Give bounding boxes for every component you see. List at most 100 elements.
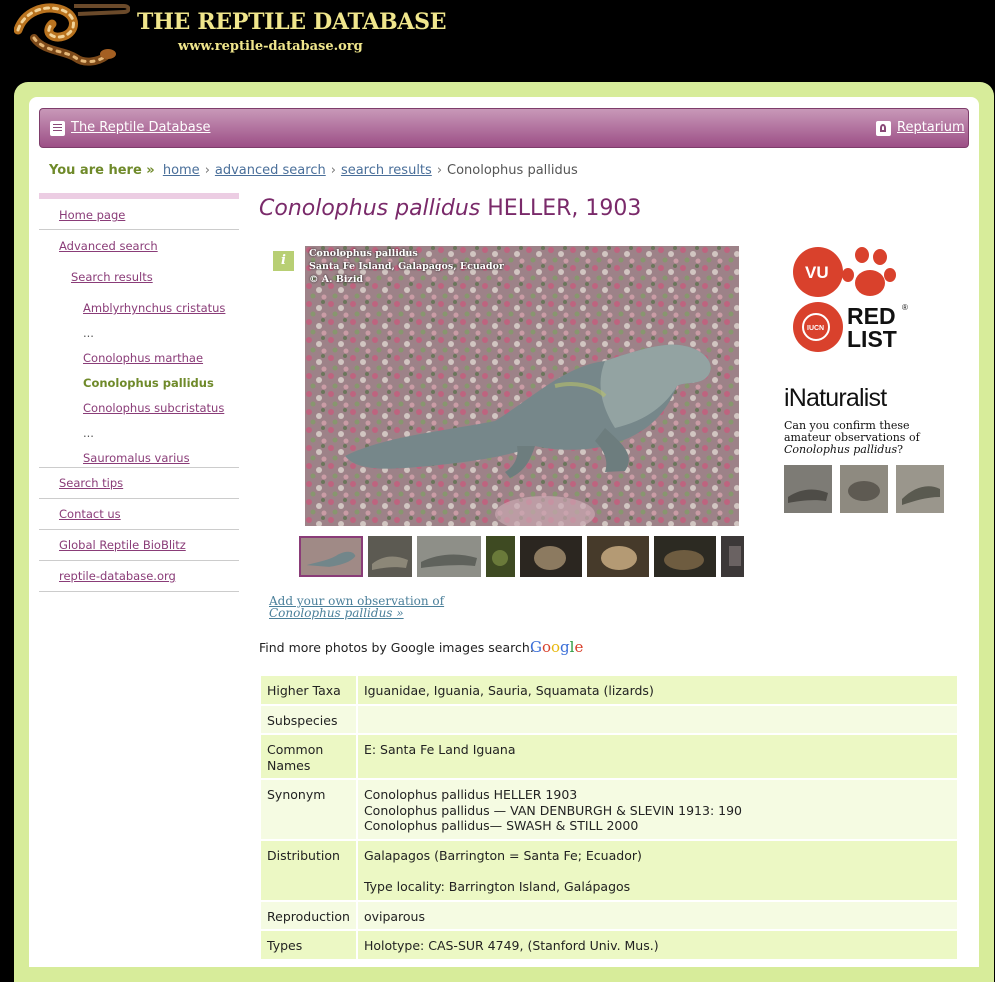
photo-thumbnail[interactable] [587, 536, 649, 577]
breadcrumb-separator: › [330, 163, 336, 178]
photo-thumbnail[interactable] [368, 536, 412, 577]
row-value-distribution: Galapagos (Barrington = Santa Fe; Ecuado… [357, 840, 957, 900]
photo-thumbnail[interactable] [486, 536, 515, 577]
sidebar-item-search-results[interactable]: Search results [71, 270, 153, 284]
sidebar-item-sauromalus-varius[interactable]: Sauromalus varius [83, 451, 190, 465]
row-label-common-names-line: Common [267, 742, 324, 757]
species-author: HELLER, 1903 [487, 196, 642, 221]
sidebar-ellipsis: ... [83, 426, 94, 440]
photo-caption-credit: © A. Bizid [309, 274, 364, 285]
table-row: Reproduction oviparous [261, 901, 957, 929]
redlist-status: VU [805, 263, 829, 282]
row-label-synonym: Synonym [261, 780, 356, 839]
synonym-entry: Conolophus pallidus — VAN DENBURGH & SLE… [363, 802, 743, 818]
row-value-reproduction: oviparous [357, 901, 957, 929]
synonym-entry: Conolophus pallidus— SWASH & STILL 2000 [363, 818, 639, 833]
page-title: Conolophus pallidus HELLER, 1903 [259, 196, 641, 221]
breadcrumb-home[interactable]: home [163, 163, 200, 178]
divider [39, 229, 239, 230]
iucn-label: IUCN [807, 325, 824, 332]
row-value-subspecies [357, 705, 957, 733]
sidebar: Home page Advanced search Search results… [39, 193, 239, 592]
sidebar-item-advanced-search[interactable]: Advanced search [59, 239, 158, 253]
nav-home-link[interactable]: The Reptile Database [71, 120, 211, 135]
sidebar-item-home-page[interactable]: Home page [59, 208, 125, 222]
photo-caption-location: Santa Fe Island, Galapagos, Ecuador [309, 261, 504, 272]
reptarium-icon[interactable] [876, 121, 891, 136]
row-label-subspecies: Subspecies [261, 705, 356, 733]
table-row: Distribution Galapagos (Barrington = San… [261, 840, 957, 900]
breadcrumb-search-results[interactable]: search results [341, 163, 432, 178]
nav-reptarium-link[interactable]: Reptarium [897, 120, 965, 135]
photo-thumbnail[interactable] [299, 536, 363, 577]
row-label-reproduction: Reproduction [261, 901, 356, 929]
sidebar-item-search-tips[interactable]: Search tips [59, 476, 123, 490]
breadcrumb-current: Conolophus pallidus [447, 163, 578, 178]
add-observation-species: Conolophus pallidus [269, 606, 393, 620]
divider [39, 467, 239, 468]
synonym-entry: Conolophus pallidus HELLER 1903 [363, 787, 578, 802]
sidebar-top-bar [39, 193, 239, 199]
sidebar-item-reptile-database-org[interactable]: reptile-database.org [59, 569, 176, 583]
redlist-label-list: LIST [847, 326, 897, 352]
table-row: Subspecies [261, 705, 957, 733]
add-observation-arrow: » [392, 606, 404, 620]
divider [39, 560, 239, 561]
photo-thumbnail[interactable] [654, 536, 716, 577]
row-label-higher-taxa: Higher Taxa [261, 676, 356, 704]
list-icon[interactable] [50, 121, 65, 136]
registered-mark: ® [902, 303, 908, 312]
species-data-table: Higher Taxa Iguanidae, Iguania, Sauria, … [259, 674, 959, 961]
photo-thumbnail[interactable] [417, 536, 481, 577]
breadcrumb-advanced-search[interactable]: advanced search [215, 163, 326, 178]
info-icon[interactable]: i [273, 251, 294, 271]
row-label-common-names: Common Names [261, 735, 356, 778]
add-observation-link[interactable]: Add your own observation of Conolophus pa… [269, 595, 444, 619]
top-nav-bar: The Reptile Database Reptarium [39, 108, 969, 148]
sidebar-item-global-reptile-bioblitz[interactable]: Global Reptile BioBlitz [59, 538, 186, 552]
photo-caption-species: Conolophus pallidus [309, 248, 418, 259]
type-locality-text: Type locality: Barrington Island, Galápa… [363, 879, 631, 894]
inaturalist-logo[interactable]: iNaturalist [784, 384, 887, 413]
table-row: Types Holotype: CAS-SUR 4749, (Stanford … [261, 931, 957, 959]
row-label-distribution: Distribution [261, 840, 356, 900]
site-url[interactable]: www.reptile-database.org [178, 39, 363, 54]
divider [39, 529, 239, 530]
sidebar-item-conolophus-marthae[interactable]: Conolophus marthae [83, 351, 203, 365]
table-row: Synonym Conolophus pallidus HELLER 1903 C… [261, 780, 957, 839]
inaturalist-question-mark: ? [897, 443, 904, 456]
google-logo[interactable]: Google [530, 638, 583, 656]
breadcrumb-here-label: You are here » [49, 163, 155, 178]
sidebar-item-conolophus-pallidus: Conolophus pallidus [83, 376, 214, 390]
site-header: THE REPTILE DATABASE www.reptile-databas… [0, 0, 995, 82]
iucn-red-list-badge[interactable]: VU IUCN RED LIST ® [790, 245, 915, 355]
divider [39, 498, 239, 499]
inaturalist-observation-thumbnail[interactable] [784, 465, 832, 513]
inaturalist-observation-thumbnail[interactable] [896, 465, 944, 513]
table-row: Higher Taxa Iguanidae, Iguania, Sauria, … [261, 676, 957, 704]
row-value-common-names: E: Santa Fe Land Iguana [357, 735, 957, 778]
google-search-text: Find more photos by Google images search… [259, 640, 534, 655]
sidebar-item-conolophus-subcristatus[interactable]: Conolophus subcristatus [83, 401, 224, 415]
species-photo[interactable] [305, 246, 739, 526]
inaturalist-prompt: Can you confirm these amateur observatio… [784, 420, 934, 456]
breadcrumb-separator: › [204, 163, 210, 178]
row-value-higher-taxa: Iguanidae, Iguania, Sauria, Squamata (li… [357, 676, 957, 704]
photo-thumbnail[interactable] [721, 536, 744, 577]
species-name: Conolophus pallidus [259, 196, 481, 221]
site-title[interactable]: THE REPTILE DATABASE [137, 9, 447, 35]
photo-thumbnail[interactable] [520, 536, 582, 577]
row-value-types: Holotype: CAS-SUR 4749, (Stanford Univ. … [357, 931, 957, 959]
row-value-synonym: Conolophus pallidus HELLER 1903 Conolophu… [357, 780, 957, 839]
breadcrumb: You are here » home › advanced search › sear… [49, 163, 578, 178]
breadcrumb-separator: › [436, 163, 443, 178]
table-row: Common Names E: Santa Fe Land Iguana [261, 735, 957, 778]
snake-logo-icon[interactable] [14, 2, 130, 70]
sidebar-ellipsis: ... [83, 326, 94, 340]
inaturalist-observation-thumbnail[interactable] [840, 465, 888, 513]
sidebar-item-contact-us[interactable]: Contact us [59, 507, 121, 521]
sidebar-item-amblyrhynchus-cristatus[interactable]: Amblyrhynchus cristatus [83, 301, 225, 315]
row-label-types: Types [261, 931, 356, 959]
inaturalist-species: Conolophus pallidus [784, 443, 898, 456]
